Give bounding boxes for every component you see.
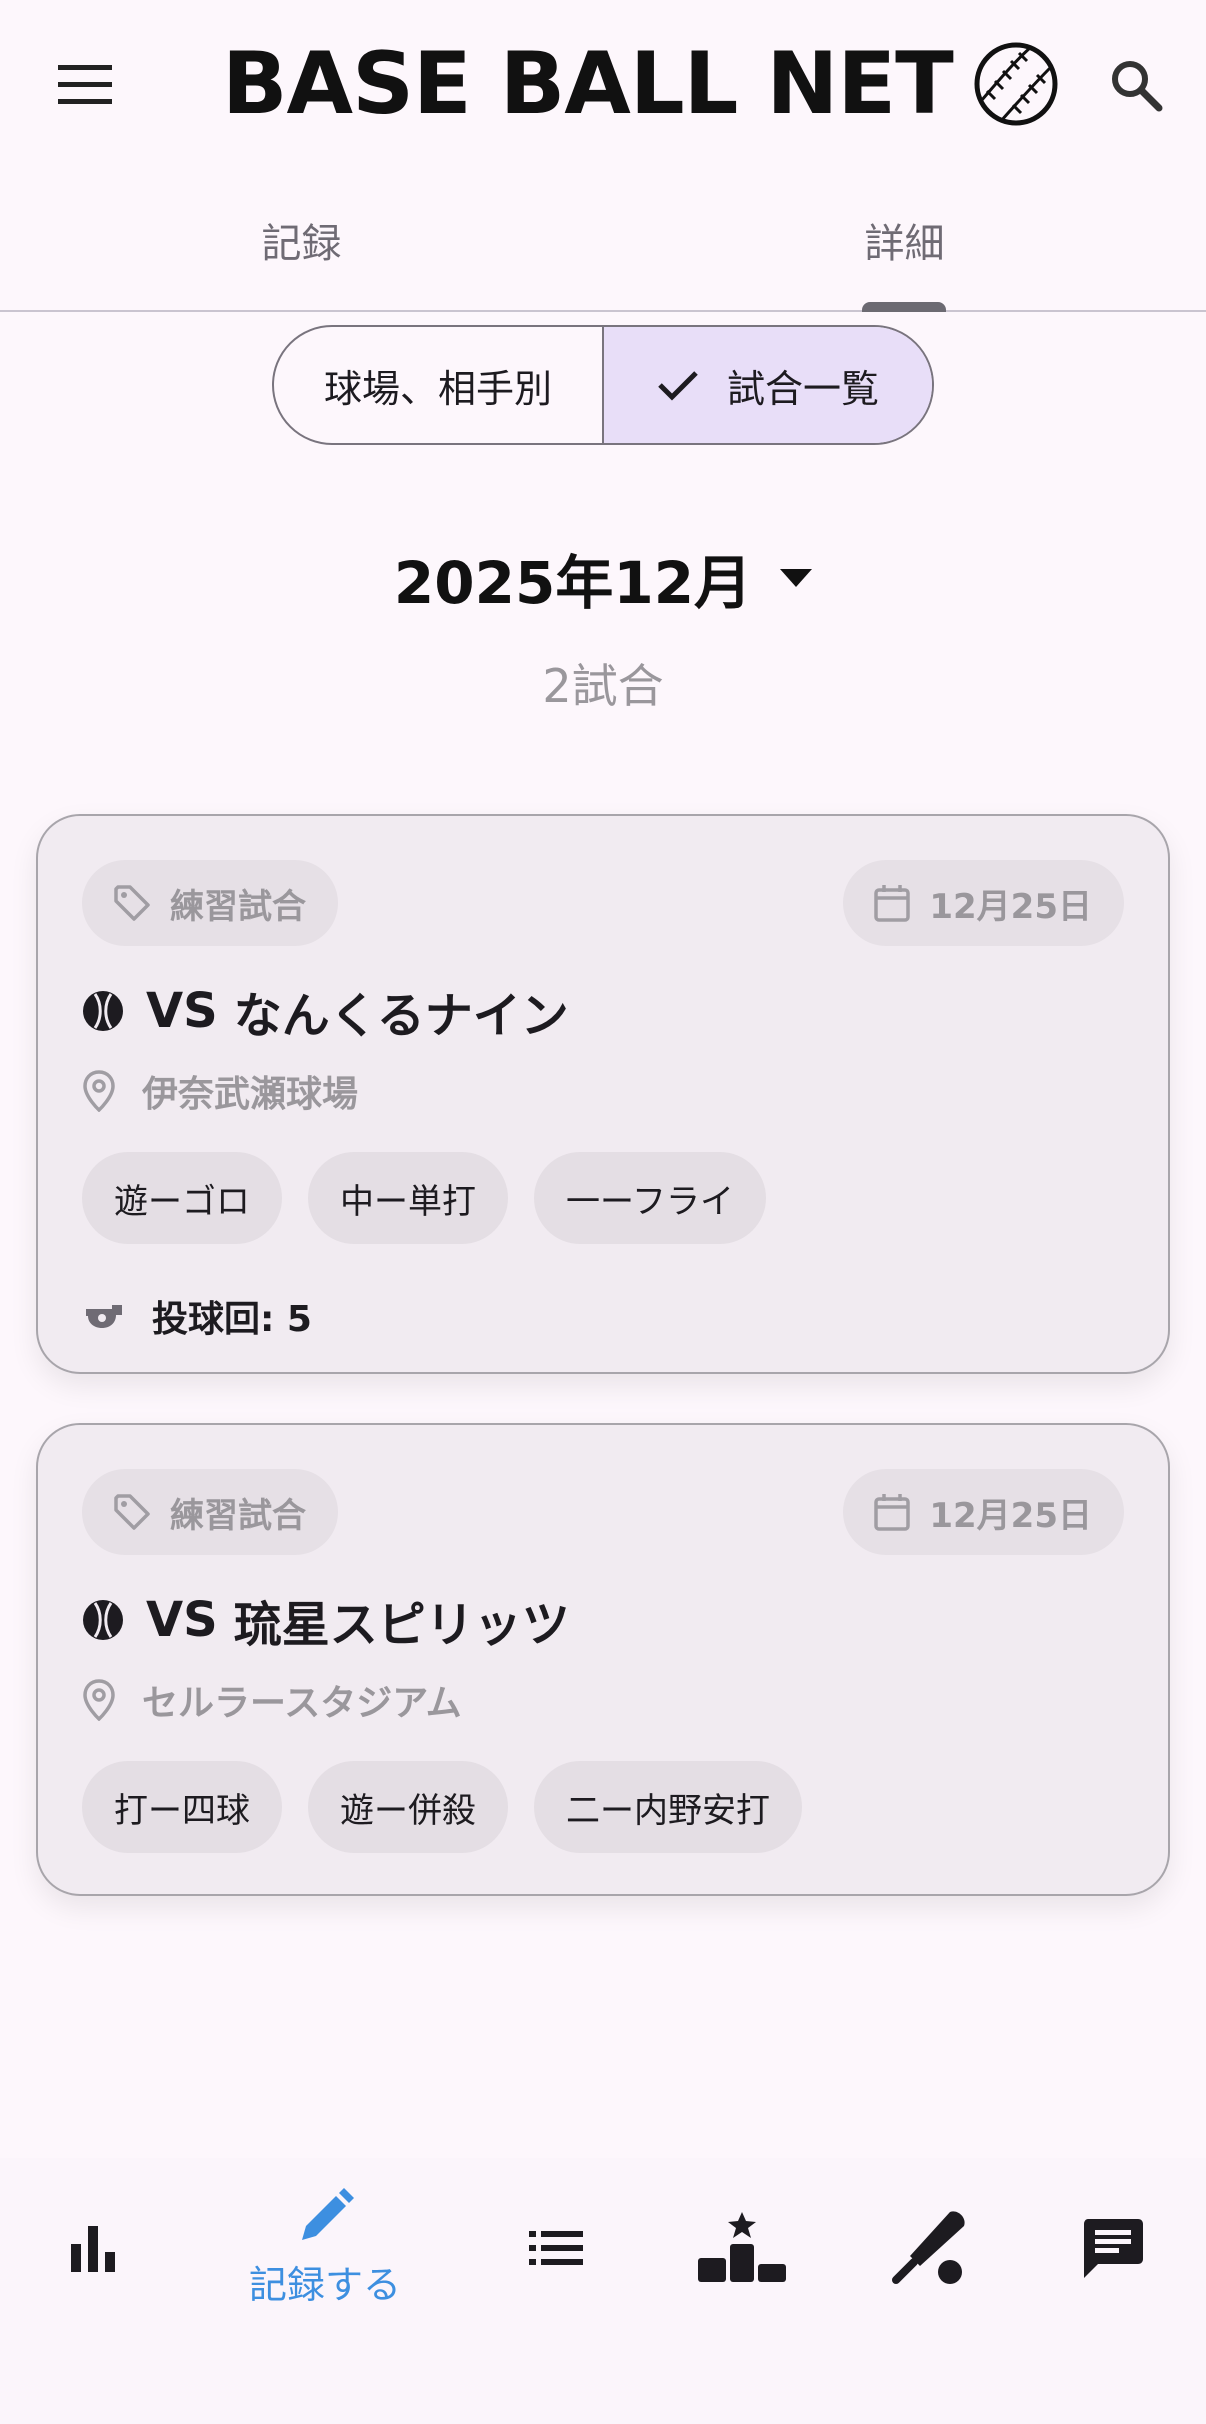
segment-game-list[interactable]: 試合一覧 (604, 327, 932, 443)
nav-record-label: 記録する (248, 2262, 401, 2307)
at-bat-results: 打ー四球 遊ー併殺 二ー内野安打 (82, 1761, 802, 1853)
nav-record[interactable]: 記録する (232, 2158, 418, 2338)
at-bat-result-chip: 打ー四球 (82, 1761, 282, 1853)
stadium-name: 伊奈武瀬球場 (142, 1074, 359, 1115)
search-button[interactable] (1086, 45, 1186, 125)
tab-indicator (862, 302, 946, 312)
tag-icon (114, 885, 150, 921)
vs-label: VS (146, 1592, 218, 1648)
stadium-name: セルラースタジアム (142, 1683, 462, 1724)
tag-icon (114, 1494, 150, 1530)
game-card[interactable]: 練習試合 12月25日 VS 琉星スピリッツ セルラースタジアム 打ー四球 遊ー… (36, 1423, 1170, 1896)
view-toggle: 球場、相手別 試合一覧 (272, 325, 934, 445)
game-type-label: 練習試合 (170, 886, 306, 927)
segment-by-stadium-opponent[interactable]: 球場、相手別 (274, 327, 604, 443)
baseball-icon (83, 1600, 123, 1640)
tab-bar: 記録 詳細 (0, 170, 1206, 312)
nav-list[interactable] (463, 2158, 649, 2338)
month-selector[interactable]: 2025年12月 (0, 536, 1206, 620)
nav-stats[interactable] (0, 2158, 186, 2338)
segment-label: 試合一覧 (726, 366, 879, 411)
game-date-chip: 12月25日 (843, 1469, 1124, 1555)
check-icon (658, 371, 698, 401)
at-bat-result-chip: 遊ー併殺 (308, 1761, 508, 1853)
at-bat-results: 遊ーゴロ 中ー単打 一ーフライ (82, 1152, 766, 1244)
nav-chat[interactable] (1020, 2158, 1206, 2338)
opponent-name: 琉星スピリッツ (233, 1597, 570, 1653)
baseball-icon (83, 991, 123, 1031)
chat-icon (1084, 2219, 1143, 2278)
hamburger-menu-icon (58, 65, 112, 104)
bottom-navigation: 記録する (0, 2158, 1206, 2424)
dropdown-arrow-icon (780, 569, 813, 587)
game-type-chip: 練習試合 (82, 860, 338, 946)
game-card[interactable]: 練習試合 12月25日 VS なんくるナイン 伊奈武瀬球場 遊ーゴロ 中ー単打 … (36, 814, 1170, 1374)
segment-label: 球場、相手別 (323, 366, 552, 411)
nav-batting[interactable] (835, 2158, 1021, 2338)
at-bat-result-chip: 二ー内野安打 (534, 1761, 802, 1853)
game-date-label: 12月25日 (929, 886, 1092, 927)
at-bat-result-chip: 遊ーゴロ (82, 1152, 282, 1244)
whistle-icon (86, 1305, 122, 1328)
location-pin-icon (83, 1070, 115, 1112)
innings-pitched-label: 投球回: 5 (152, 1299, 312, 1340)
calendar-icon (874, 1494, 911, 1531)
opponent-row: VS 琉星スピリッツ (82, 1585, 570, 1655)
list-icon (529, 2231, 583, 2265)
vs-label: VS (146, 983, 218, 1039)
stadium-row: 伊奈武瀬球場 (82, 1061, 358, 1121)
stadium-row: セルラースタジアム (82, 1670, 462, 1730)
at-bat-result-chip: 一ーフライ (534, 1152, 766, 1244)
bat-icon (892, 2211, 965, 2284)
podium-icon (698, 2212, 786, 2282)
nav-ranking[interactable] (649, 2158, 835, 2338)
bar-chart-icon (71, 2226, 115, 2272)
calendar-icon (874, 885, 911, 922)
opponent-name: なんくるナイン (233, 988, 569, 1044)
app-title: BASE BALL NET (222, 34, 954, 134)
game-date-label: 12月25日 (929, 1495, 1092, 1536)
pencil-icon (302, 2187, 354, 2240)
game-count: 2試合 (542, 659, 664, 713)
app-header: BASE BALL NET (0, 0, 1206, 170)
tab-detail[interactable]: 詳細 (603, 170, 1206, 310)
at-bat-result-chip: 中ー単打 (308, 1152, 508, 1244)
innings-pitched-row: 投球回: 5 (82, 1286, 312, 1346)
month-label: 2025年12月 (393, 549, 753, 617)
opponent-row: VS なんくるナイン (82, 976, 569, 1046)
baseball-icon (974, 42, 1058, 126)
menu-button[interactable] (40, 45, 130, 125)
tab-record[interactable]: 記録 (0, 170, 603, 310)
game-type-chip: 練習試合 (82, 1469, 338, 1555)
search-icon (1112, 61, 1163, 112)
game-type-label: 練習試合 (170, 1495, 306, 1536)
location-pin-icon (83, 1679, 115, 1721)
app-root: BASE BALL NET 記録 詳細 球場、相手別 試合一覧 2025年12月… (0, 0, 1206, 2424)
game-date-chip: 12月25日 (843, 860, 1124, 946)
app-logo: BASE BALL NET (222, 34, 1059, 134)
